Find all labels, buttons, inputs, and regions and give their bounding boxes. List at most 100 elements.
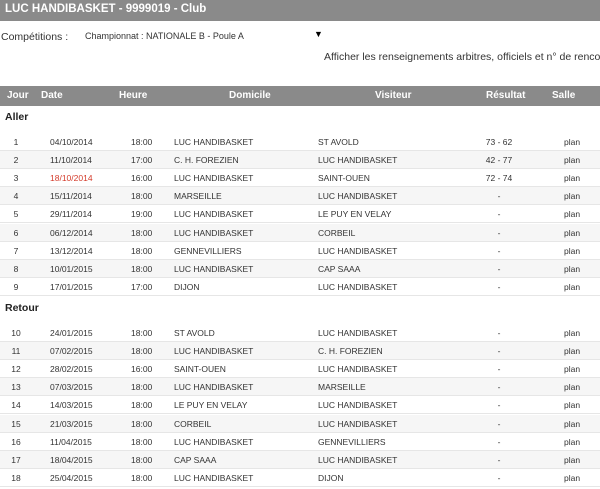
cell-heure: 18:00 <box>131 191 153 201</box>
cell-jour: 6 <box>13 228 19 238</box>
cell-resultat: - <box>497 382 501 392</box>
cell-jour: 3 <box>13 173 19 183</box>
venue-map-link[interactable]: plan <box>564 173 580 183</box>
cell-date: 13/12/2014 <box>50 246 93 256</box>
table-row: 8 10/01/2015 18:00 LUC HANDIBASKET CAP SAAA -… <box>0 260 600 278</box>
section-title: Retour <box>5 302 39 314</box>
col-header-date: Date <box>41 90 63 101</box>
venue-map-link[interactable]: plan <box>564 346 580 356</box>
cell-visiteur: LUC HANDIBASKET <box>318 455 398 465</box>
table-row: 17 18/04/2015 18:00 CAP SAAA LUC HANDIBASKET… <box>0 451 600 469</box>
cell-jour: 16 <box>11 437 21 447</box>
cell-domicile: DIJON <box>174 282 200 292</box>
cell-jour: 10 <box>11 328 21 338</box>
venue-map-link[interactable]: plan <box>564 191 580 201</box>
venue-map-link[interactable]: plan <box>564 282 580 292</box>
cell-date: 18/04/2015 <box>50 455 93 465</box>
competition-select[interactable]: Championnat : NATIONALE B - Poule A ▼ <box>85 27 325 45</box>
show-referees-info-link[interactable]: Afficher les renseignements arbitres, of… <box>324 51 600 63</box>
venue-map-link[interactable]: plan <box>564 364 580 374</box>
venue-map-link[interactable]: plan <box>564 228 580 238</box>
cell-domicile: ST AVOLD <box>174 328 215 338</box>
cell-heure: 17:00 <box>131 282 153 292</box>
cell-visiteur: LE PUY EN VELAY <box>318 209 392 219</box>
cell-heure: 18:00 <box>131 400 153 410</box>
cell-resultat: - <box>497 455 501 465</box>
cell-domicile: MARSEILLE <box>174 191 222 201</box>
col-header-jour: Jour <box>7 90 29 101</box>
venue-map-link[interactable]: plan <box>564 246 580 256</box>
cell-date: 07/03/2015 <box>50 382 93 392</box>
venue-map-link[interactable]: plan <box>564 473 580 483</box>
title-bar: LUC HANDIBASKET - 9999019 - Club <box>0 0 600 21</box>
cell-jour: 9 <box>13 282 19 292</box>
venue-map-link[interactable]: plan <box>564 155 580 165</box>
venue-map-link[interactable]: plan <box>564 400 580 410</box>
cell-heure: 18:00 <box>131 346 153 356</box>
cell-date: 06/12/2014 <box>50 228 93 238</box>
cell-heure: 18:00 <box>131 382 153 392</box>
venue-map-link[interactable]: plan <box>564 328 580 338</box>
cell-domicile: LE PUY EN VELAY <box>174 400 248 410</box>
venue-map-link[interactable]: plan <box>564 264 580 274</box>
cell-visiteur: LUC HANDIBASKET <box>318 246 398 256</box>
cell-domicile: LUC HANDIBASKET <box>174 209 254 219</box>
venue-map-link[interactable]: plan <box>564 455 580 465</box>
cell-date: 10/01/2015 <box>50 264 93 274</box>
cell-resultat: 73 - 62 <box>485 137 513 147</box>
cell-date: 29/11/2014 <box>50 209 92 219</box>
venue-map-link[interactable]: plan <box>564 382 580 392</box>
cell-visiteur: LUC HANDIBASKET <box>318 400 398 410</box>
cell-jour: 15 <box>11 419 21 429</box>
cell-jour: 17 <box>11 455 21 465</box>
cell-visiteur: LUC HANDIBASKET <box>318 364 398 374</box>
cell-jour: 13 <box>11 382 21 392</box>
cell-jour: 8 <box>13 264 19 274</box>
table-row: 14 14/03/2015 18:00 LE PUY EN VELAY LUC HAND… <box>0 396 600 414</box>
dropdown-arrow-icon[interactable]: ▼ <box>314 29 323 39</box>
cell-date: 28/02/2015 <box>50 364 93 374</box>
cell-date: 18/10/2014 <box>50 173 93 183</box>
col-header-resultat: Résultat <box>486 90 526 101</box>
cell-domicile: LUC HANDIBASKET <box>174 346 254 356</box>
cell-date: 04/10/2014 <box>50 137 93 147</box>
table-row: 3 18/10/2014 16:00 LUC HANDIBASKET SAINT-OUE… <box>0 169 600 187</box>
cell-date: 21/03/2015 <box>50 419 93 429</box>
cell-date: 07/02/2015 <box>50 346 93 356</box>
table-row: 10 24/01/2015 18:00 ST AVOLD LUC HANDIBASKET… <box>0 324 600 342</box>
cell-resultat: - <box>497 282 501 292</box>
table-row: 1 04/10/2014 18:00 LUC HANDIBASKET ST AVOLD 7… <box>0 133 600 151</box>
table-row: 18 25/04/2015 18:00 LUC HANDIBASKET DIJON - pl… <box>0 469 600 487</box>
col-header-heure: Heure <box>119 90 148 101</box>
table-row: 13 07/03/2015 18:00 LUC HANDIBASKET MARSEILL… <box>0 378 600 396</box>
venue-map-link[interactable]: plan <box>564 209 580 219</box>
cell-date: 11/10/2014 <box>50 155 92 165</box>
cell-visiteur: DIJON <box>318 473 344 483</box>
cell-jour: 2 <box>13 155 19 165</box>
col-header-visiteur: Visiteur <box>375 90 412 101</box>
venue-map-link[interactable]: plan <box>564 137 580 147</box>
cell-visiteur: GENNEVILLIERS <box>318 437 386 447</box>
venue-map-link[interactable]: plan <box>564 437 580 447</box>
page-title: LUC HANDIBASKET - 9999019 - Club <box>5 3 207 15</box>
cell-domicile: LUC HANDIBASKET <box>174 173 254 183</box>
cell-heure: 18:00 <box>131 137 153 147</box>
cell-heure: 18:00 <box>131 437 153 447</box>
cell-heure: 18:00 <box>131 455 153 465</box>
cell-visiteur: SAINT-OUEN <box>318 173 370 183</box>
table-row: 2 11/10/2014 17:00 C. H. FOREZIEN LUC HANDIB… <box>0 151 600 169</box>
venue-map-link[interactable]: plan <box>564 419 580 429</box>
cell-jour: 14 <box>11 400 21 410</box>
cell-date: 14/03/2015 <box>50 400 93 410</box>
col-header-salle: Salle <box>552 90 576 101</box>
cell-date: 11/04/2015 <box>50 437 92 447</box>
cell-heure: 18:00 <box>131 473 153 483</box>
cell-resultat: - <box>497 346 501 356</box>
cell-resultat: - <box>497 328 501 338</box>
table-row: 12 28/02/2015 16:00 SAINT-OUEN LUC HANDIBASK… <box>0 360 600 378</box>
col-header-domicile: Domicile <box>229 90 271 101</box>
cell-visiteur: LUC HANDIBASKET <box>318 155 398 165</box>
table-row: 6 06/12/2014 18:00 LUC HANDIBASKET CORBEIL - p… <box>0 224 600 242</box>
cell-domicile: C. H. FOREZIEN <box>174 155 239 165</box>
competition-selected-value: Championnat : NATIONALE B - Poule A <box>85 31 244 41</box>
